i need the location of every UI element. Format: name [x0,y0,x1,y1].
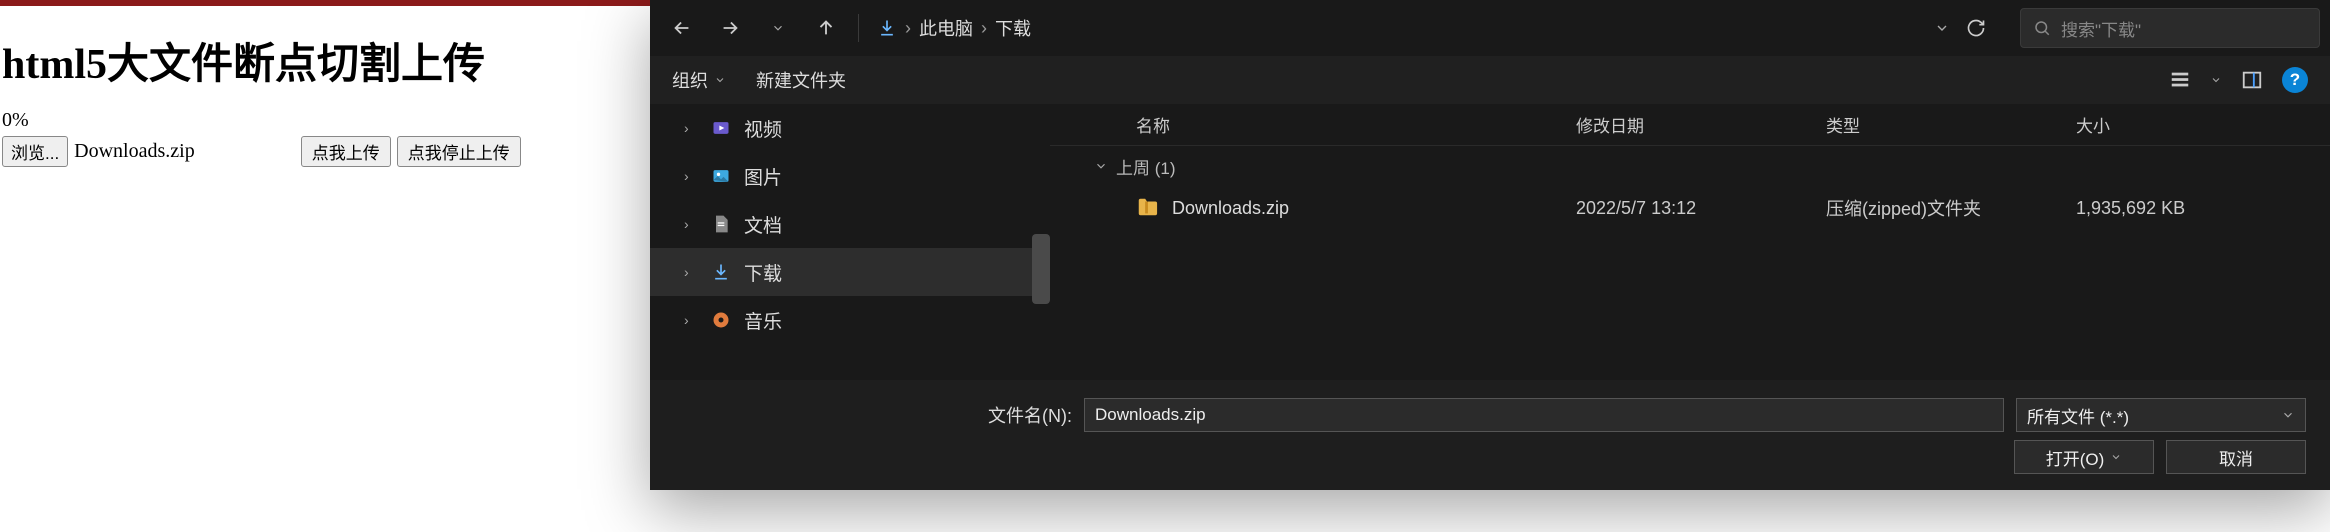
sidebar-item-label: 文档 [744,211,782,238]
column-header-type[interactable]: 类型 [1826,112,2076,137]
download-icon [710,261,732,283]
column-header-size[interactable]: 大小 [2076,112,2330,137]
open-button[interactable]: 打开(O) [2014,440,2154,474]
refresh-icon[interactable] [1966,18,1986,38]
preview-pane-button[interactable] [2236,64,2268,96]
selected-file-label: Downloads.zip [74,140,195,163]
up-button[interactable] [804,8,848,48]
recent-dropdown[interactable] [756,8,800,48]
search-icon [2033,19,2051,37]
file-name: Downloads.zip [1172,198,1576,219]
document-icon [710,213,732,235]
sidebar-item-downloads[interactable]: › 下载 [650,248,1050,296]
view-mode-button[interactable] [2164,64,2196,96]
column-header-date[interactable]: 修改日期 [1576,112,1826,137]
sidebar-item-label: 音乐 [744,307,782,334]
video-icon [710,117,732,139]
chevron-down-icon [2281,408,2295,422]
sidebar-item-documents[interactable]: › 文档 [650,200,1050,248]
chevron-right-icon: › [905,18,911,39]
sidebar-item-label: 视频 [744,115,782,142]
sidebar: › 视频 › 图片 › 文档 › 下载 › 音乐 [650,104,1050,380]
chevron-down-icon [2110,451,2122,463]
sidebar-item-music[interactable]: › 音乐 [650,296,1050,344]
column-header-name[interactable]: 名称 [1136,112,1576,137]
breadcrumb[interactable]: › 此电脑 › 下载 [869,8,2006,48]
chevron-right-icon: › [684,264,698,280]
breadcrumb-segment[interactable]: 此电脑 [919,15,973,41]
sidebar-item-videos[interactable]: › 视频 [650,104,1050,152]
file-open-dialog: › 此电脑 › 下载 搜索"下载" 组织 新建文件夹 [650,0,2330,490]
organize-menu[interactable]: 组织 [672,67,726,93]
breadcrumb-segment[interactable]: 下载 [995,15,1031,41]
music-icon [710,309,732,331]
chevron-down-icon[interactable] [2210,74,2222,86]
cancel-button[interactable]: 取消 [2166,440,2306,474]
search-input[interactable]: 搜索"下载" [2020,8,2320,48]
file-group-header[interactable]: 上周 (1) [1050,146,2330,186]
chevron-right-icon: › [684,120,698,136]
chevron-down-icon [714,74,726,86]
file-date: 2022/5/7 13:12 [1576,198,1826,219]
zip-file-icon [1136,196,1160,220]
chevron-right-icon: › [684,168,698,184]
sidebar-item-pictures[interactable]: › 图片 [650,152,1050,200]
sidebar-scrollbar[interactable] [1032,234,1050,304]
sidebar-item-label: 图片 [744,163,782,190]
stop-upload-button[interactable]: 点我停止上传 [397,136,521,167]
filename-input[interactable] [1084,398,2004,432]
chevron-right-icon: › [684,312,698,328]
image-icon [710,165,732,187]
chevron-down-icon [1094,159,1108,173]
file-type: 压缩(zipped)文件夹 [1826,195,2076,221]
chevron-down-icon[interactable] [1934,20,1950,36]
file-row[interactable]: Downloads.zip 2022/5/7 13:12 压缩(zipped)文… [1050,186,2330,230]
back-button[interactable] [660,8,704,48]
file-size: 1,935,692 KB [2076,198,2330,219]
search-placeholder: 搜索"下载" [2061,16,2141,41]
file-type-filter[interactable]: 所有文件 (*.*) [2016,398,2306,432]
chevron-right-icon: › [981,18,987,39]
upload-button[interactable]: 点我上传 [301,136,391,167]
filename-label: 文件名(N): [988,402,1072,428]
help-icon[interactable]: ? [2282,67,2308,93]
sidebar-item-label: 下载 [744,259,782,286]
new-folder-button[interactable]: 新建文件夹 [756,67,846,93]
download-icon [877,18,897,38]
chevron-right-icon: › [684,216,698,232]
browse-button[interactable]: 浏览... [2,136,68,167]
forward-button[interactable] [708,8,752,48]
